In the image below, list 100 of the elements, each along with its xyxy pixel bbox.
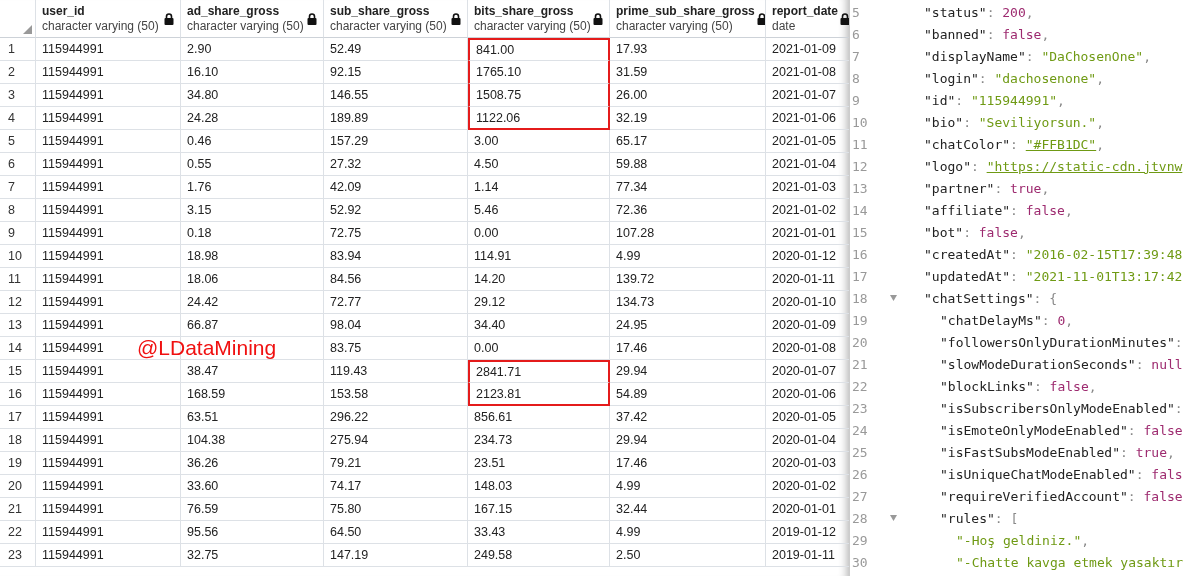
table-cell: 92.15 [324, 61, 468, 84]
row-number[interactable]: 16 [0, 383, 36, 406]
table-cell: 115944991 [36, 130, 181, 153]
row-number[interactable]: 22 [0, 521, 36, 544]
table-cell: 115944991 [36, 521, 181, 544]
table-cell: 2123.81 [468, 383, 610, 406]
line-number: 12 [851, 158, 869, 174]
table-cell: 167.15 [468, 498, 610, 521]
line-number: 30 [851, 554, 869, 570]
table-cell: 1.76 [181, 176, 324, 199]
row-number[interactable]: 17 [0, 406, 36, 429]
line-number: 18 [851, 290, 869, 306]
table-cell: 115944991 [36, 176, 181, 199]
table-cell: 1508.75 [468, 84, 610, 107]
column-header[interactable]: user_id character varying (50) [36, 0, 181, 38]
line-number: 14 [851, 202, 869, 218]
code-line: "-Hoş geldiniz.", [956, 532, 1090, 548]
code-line: "login": "dachosenone", [924, 70, 1105, 86]
table-cell: 275.94 [324, 429, 468, 452]
code-line: "bot": false, [924, 224, 1026, 240]
row-number[interactable]: 8 [0, 199, 36, 222]
column-header[interactable]: sub_share_gross character varying (50) [324, 0, 468, 38]
fold-caret-icon[interactable] [890, 515, 897, 521]
row-number[interactable]: 6 [0, 153, 36, 176]
table-cell: 83.75 [324, 337, 468, 360]
code-line: "isSubscribersOnlyModeEnabled": [940, 400, 1183, 416]
row-number[interactable]: 11 [0, 268, 36, 291]
table-cell: 0.46 [181, 130, 324, 153]
table-cell: 115944991 [36, 38, 181, 61]
table-cell: 115944991 [36, 383, 181, 406]
fold-caret-icon[interactable] [890, 295, 897, 301]
table-cell: 134.73 [610, 291, 766, 314]
code-line: "createdAt": "2016-02-15T17:39:48 [924, 246, 1183, 262]
table-cell: 107.28 [610, 222, 766, 245]
code-line: "banned": false, [924, 26, 1050, 42]
table-cell: 115944991 [36, 199, 181, 222]
table-cell: 54.89 [610, 383, 766, 406]
table-cell: 115944991 [36, 84, 181, 107]
line-number: 21 [851, 356, 869, 372]
row-number[interactable]: 3 [0, 84, 36, 107]
table-cell: 77.34 [610, 176, 766, 199]
table-cell: 18.98 [181, 245, 324, 268]
table-cell: 2.90 [181, 38, 324, 61]
row-number[interactable]: 13 [0, 314, 36, 337]
row-number[interactable]: 7 [0, 176, 36, 199]
table-cell: 146.55 [324, 84, 468, 107]
line-number: 11 [851, 136, 869, 152]
row-number[interactable]: 21 [0, 498, 36, 521]
line-number: 22 [851, 378, 869, 394]
table-cell: 32.19 [610, 107, 766, 130]
code-line: "isEmoteOnlyModeEnabled": false [940, 422, 1183, 438]
table-cell: 104.38 [181, 429, 324, 452]
code-line: "chatColor": "#FFB1DC", [924, 136, 1105, 152]
row-number[interactable]: 12 [0, 291, 36, 314]
row-number[interactable]: 10 [0, 245, 36, 268]
row-number[interactable]: 4 [0, 107, 36, 130]
row-number[interactable]: 9 [0, 222, 36, 245]
table-cell: 24.42 [181, 291, 324, 314]
row-number[interactable]: 20 [0, 475, 36, 498]
table-cell: 74.17 [324, 475, 468, 498]
line-number: 27 [851, 488, 869, 504]
code-line: "chatDelayMs": 0, [940, 312, 1074, 328]
row-number[interactable]: 14 [0, 337, 36, 360]
line-number: 23 [851, 400, 869, 416]
row-number[interactable]: 2 [0, 61, 36, 84]
table-cell: 32.44 [610, 498, 766, 521]
table-cell: 34.80 [181, 84, 324, 107]
column-header[interactable]: ad_share_gross character varying (50) [181, 0, 324, 38]
table-cell: 26.00 [610, 84, 766, 107]
line-number: 24 [851, 422, 869, 438]
table-cell: 75.80 [324, 498, 468, 521]
table-cell: 3.00 [468, 130, 610, 153]
column-header[interactable]: bits_share_gross character varying (50) [468, 0, 610, 38]
table-cell: 296.22 [324, 406, 468, 429]
row-number[interactable]: 15 [0, 360, 36, 383]
code-line: "blockLinks": false, [940, 378, 1097, 394]
code-line: "slowModeDurationSeconds": null [940, 356, 1183, 372]
column-header[interactable]: prime_sub_share_gross character varying (50) [610, 0, 766, 38]
row-number[interactable]: 18 [0, 429, 36, 452]
table-cell: 1.14 [468, 176, 610, 199]
table-cell: 115944991 [36, 452, 181, 475]
table-cell: 147.19 [324, 544, 468, 567]
row-number[interactable]: 5 [0, 130, 36, 153]
table-cell: 115944991 [36, 360, 181, 383]
table-cell: 0.00 [468, 337, 610, 360]
table-cell: 24.28 [181, 107, 324, 130]
table-cell: 189.89 [324, 107, 468, 130]
table-cell: 16.10 [181, 61, 324, 84]
table-cell: 4.99 [610, 245, 766, 268]
table-cell: 17.46 [610, 452, 766, 475]
row-number[interactable]: 23 [0, 544, 36, 567]
row-number[interactable]: 1 [0, 38, 36, 61]
table-cell: 24.95 [610, 314, 766, 337]
line-number: 16 [851, 246, 869, 262]
table-cell: 4.50 [468, 153, 610, 176]
table-cell: 115944991 [36, 544, 181, 567]
table-cell: 31.59 [610, 61, 766, 84]
row-number[interactable]: 19 [0, 452, 36, 475]
table-cell: 17.93 [610, 38, 766, 61]
code-line: "displayName": "DaChosenOne", [924, 48, 1151, 64]
